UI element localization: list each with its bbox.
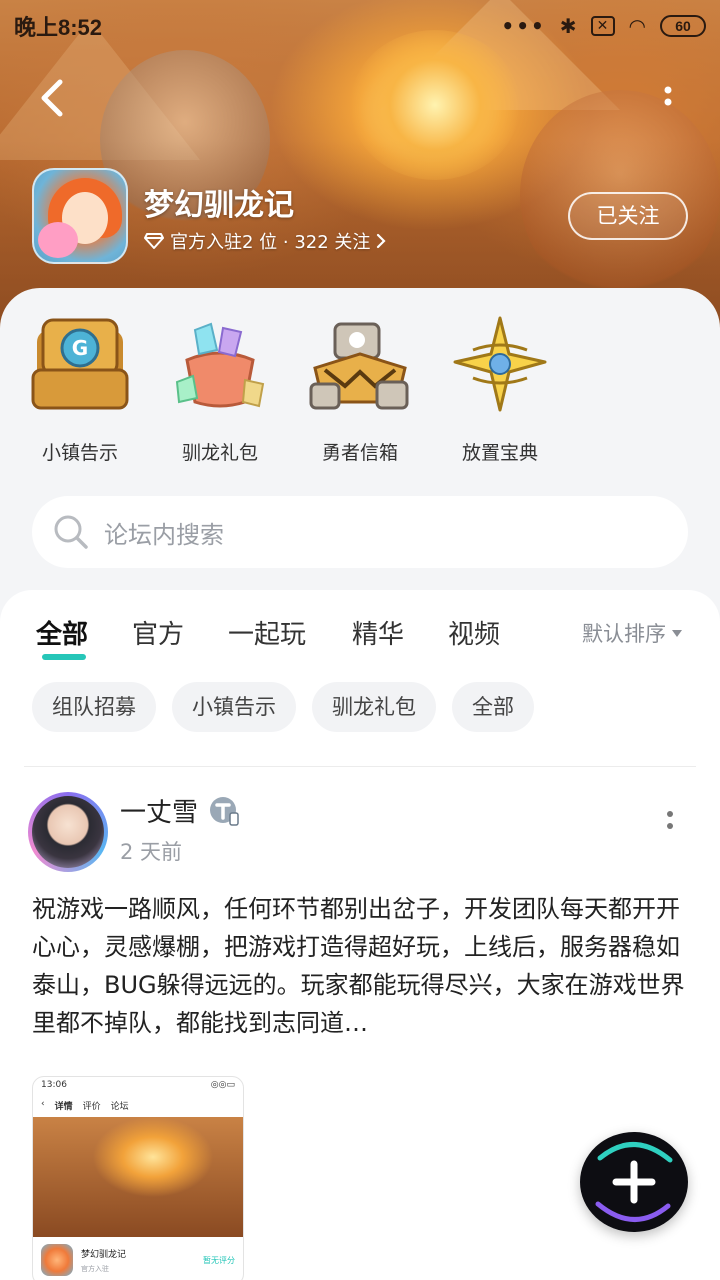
treasure-chest-icon: G: [25, 310, 135, 420]
thumbnail-tab: 评价: [82, 1102, 101, 1112]
active-tab-indicator: [42, 654, 86, 660]
mailbox-icon: [305, 310, 415, 420]
shortcut-label: 驯龙礼包: [181, 442, 258, 464]
thumbnail-time: 13:06: [41, 1080, 67, 1090]
create-post-button[interactable]: [580, 1132, 688, 1232]
sort-dropdown[interactable]: 默认排序: [582, 618, 682, 648]
post-more-button[interactable]: [658, 808, 682, 838]
forum-stats-text: 官方入驻2 位 · 322 关注: [170, 232, 371, 253]
tab-video[interactable]: 视频: [448, 614, 500, 651]
chevron-right-icon: [377, 233, 386, 249]
author-row: 一丈雪: [120, 792, 240, 829]
diamond-icon: [144, 233, 164, 249]
sort-label: 默认排序: [582, 622, 666, 646]
post-content[interactable]: 祝游戏一路顺风，任何环节都别出岔子，开发团队每天都开开心心，灵感爆棚，把游戏打造…: [32, 890, 692, 1042]
post-image-thumbnail[interactable]: 13:06 ◎◎▭ ‹ 详情 评价 论坛 梦幻驯龙记 官方入驻 暂无评分: [32, 1076, 244, 1280]
thumbnail-app-info: 梦幻驯龙记 官方入驻 暂无评分: [33, 1237, 243, 1280]
shortcut-label: 放置宝典: [461, 442, 538, 464]
forum-stats[interactable]: 官方入驻2 位 · 322 关注: [144, 228, 386, 254]
status-icons: ••• ✱ ✕ ◠ 60: [501, 14, 706, 38]
thumbnail-tab: 详情: [54, 1102, 73, 1112]
user-level-badge-icon: [210, 796, 239, 826]
thumbnail-app-icon: [41, 1244, 73, 1276]
tab-official[interactable]: 官方: [132, 614, 184, 651]
thumbnail-status-bar: 13:06 ◎◎▭: [33, 1077, 243, 1095]
chip-town-notice[interactable]: 小镇告示: [172, 682, 296, 732]
thumbnail-nav: ‹ 详情 评价 论坛: [33, 1095, 243, 1117]
tab-play-together[interactable]: 一起玩: [228, 614, 306, 651]
bluetooth-icon: ✱: [559, 14, 577, 38]
shortcut-label: 小镇告示: [41, 442, 118, 464]
chip-all[interactable]: 全部: [452, 682, 534, 732]
search-icon: [54, 515, 88, 549]
status-time: 晚上8:52: [14, 15, 103, 40]
category-tabs: 全部 官方 一起玩 精华 视频 默认排序: [36, 614, 696, 662]
thumbnail-back-icon: ‹: [41, 1099, 45, 1109]
tag-chips: 组队招募 小镇告示 驯龙礼包 全部: [32, 682, 534, 732]
shortcut-idle-guide[interactable]: 放置宝典: [430, 310, 570, 465]
thumbnail-status-icons: ◎◎▭: [210, 1080, 235, 1090]
thumbnail-app-name: 梦幻驯龙记: [81, 1249, 127, 1260]
tab-featured[interactable]: 精华: [352, 614, 404, 651]
star-book-icon: [445, 310, 555, 420]
back-button[interactable]: [32, 76, 72, 120]
chip-dragon-gift[interactable]: 驯龙礼包: [312, 682, 436, 732]
forum-info-row: 梦幻驯龙记 官方入驻2 位 · 322 关注 已关注: [32, 168, 688, 264]
chip-team-recruit[interactable]: 组队招募: [32, 682, 156, 732]
svg-text:G: G: [72, 336, 88, 360]
follow-button[interactable]: 已关注: [568, 192, 688, 240]
author-avatar[interactable]: [28, 792, 108, 872]
battery-icon: 60: [660, 15, 706, 37]
shortcut-dragon-gift[interactable]: 驯龙礼包: [150, 310, 290, 465]
game-app-icon[interactable]: [32, 168, 128, 264]
post-time: 2 天前: [120, 840, 183, 864]
forum-search-bar[interactable]: 论坛内搜索: [32, 496, 688, 568]
vertical-dots-icon: [664, 86, 672, 106]
thumbnail-tab: 论坛: [110, 1102, 129, 1112]
shortcut-hero-mailbox[interactable]: 勇者信箱: [290, 310, 430, 465]
forum-title: 梦幻驯龙记: [144, 188, 294, 223]
tab-all[interactable]: 全部: [36, 614, 88, 651]
thumbnail-rating: 暂无评分: [203, 1255, 235, 1265]
status-bar: 晚上8:52 ••• ✱ ✕ ◠ 60: [0, 0, 720, 52]
shortcut-label: 勇者信箱: [321, 442, 398, 464]
author-name[interactable]: 一丈雪: [120, 792, 198, 829]
vertical-dots-icon: [667, 811, 673, 829]
chevron-left-icon: [41, 79, 63, 117]
search-placeholder: 论坛内搜索: [104, 520, 224, 549]
gift-bag-icon: [165, 310, 275, 420]
shortcut-row: G 小镇告示 驯龙礼包 勇者信箱 放置宝典: [10, 310, 570, 465]
caret-down-icon: [672, 629, 682, 637]
thumbnail-banner-image: [33, 1117, 243, 1237]
divider: [24, 766, 696, 767]
shortcut-town-notice[interactable]: G 小镇告示: [10, 310, 150, 465]
signal-dots-icon: •••: [501, 14, 546, 38]
no-sim-icon: ✕: [590, 16, 615, 36]
plus-icon: [595, 1142, 673, 1222]
more-options-button[interactable]: [656, 82, 680, 116]
wifi-icon: ◠: [628, 14, 646, 38]
thumbnail-app-tag: 官方入驻: [81, 1264, 109, 1273]
forum-header-banner: 晚上8:52 ••• ✱ ✕ ◠ 60 梦幻驯龙记 官方入驻2 位 · 322 …: [0, 0, 720, 330]
